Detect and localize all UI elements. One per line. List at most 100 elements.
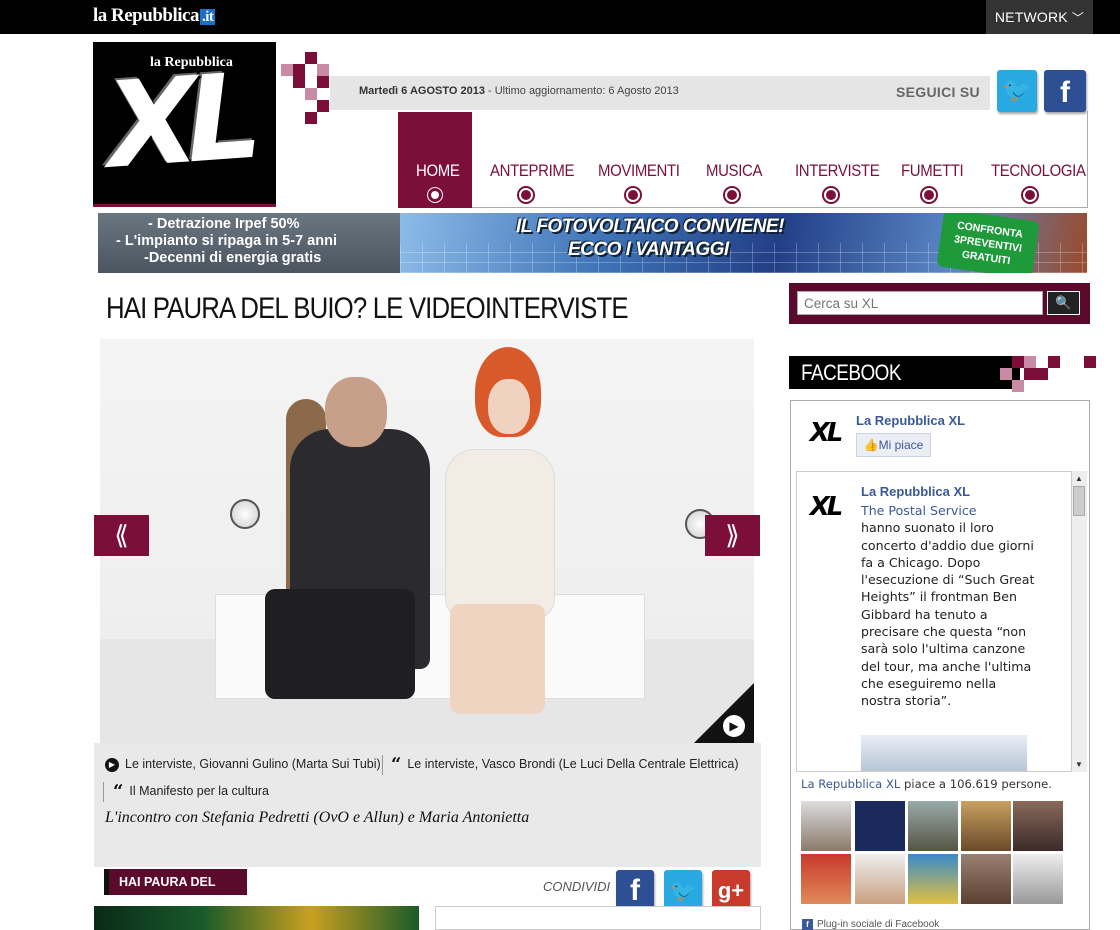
fan-avatar[interactable]	[961, 801, 1011, 851]
facebook-title-text: FACEBOOK	[801, 360, 901, 385]
person-left-head	[325, 377, 387, 447]
slider-next-button[interactable]: ⟫	[705, 515, 760, 556]
nav-dot-movimenti	[626, 188, 640, 202]
banner-line: - L'impianto si ripaga in 5-7 anni	[116, 233, 337, 249]
network-menu-button[interactable]: NETWORK ﹀	[986, 0, 1093, 34]
section-tag[interactable]: HAI PAURA DEL BUIO?	[104, 869, 247, 915]
banner-badge: CONFRONTA 3PREVENTIVI GRATUITI	[936, 213, 1040, 273]
scroll-thumb[interactable]	[1073, 486, 1085, 516]
fan-avatar[interactable]	[801, 854, 851, 904]
facebook-section-title: FACEBOOK	[789, 356, 1020, 389]
nav-movimenti[interactable]: MOVIMENTI	[598, 161, 680, 181]
caption-link-label: Le interviste, Vasco Brondi (Le Luci Del…	[407, 757, 739, 771]
post-body: hanno suonato il loro concerto d'addio d…	[861, 520, 1035, 709]
search-input[interactable]	[797, 291, 1043, 315]
person-left-legs	[265, 589, 415, 699]
quote-icon: “	[113, 780, 124, 802]
xl-logo[interactable]: XL la Repubblica	[93, 42, 276, 207]
post-author-link[interactable]: La Repubblica XL	[861, 484, 970, 499]
post-image[interactable]	[861, 735, 1027, 771]
caption-link-label: Le interviste, Giovanni Gulino (Marta Su…	[125, 757, 381, 771]
last-update: - Ultimo aggiornamento: 6 Agosto 2013	[484, 85, 679, 97]
slide-title[interactable]: L'incontro con Stefania Pedretti (OvO e …	[105, 809, 529, 827]
play-icon: ▶	[105, 757, 119, 772]
fan-avatar[interactable]	[1013, 801, 1063, 851]
article-thumbnail[interactable]	[94, 906, 419, 930]
chevron-down-icon: ﹀	[1071, 11, 1085, 25]
logo-text: la Repubblica	[93, 5, 199, 26]
fan-avatar[interactable]	[855, 801, 905, 851]
share-label: CONDIVIDI	[543, 879, 611, 894]
facebook-icon[interactable]: f	[1044, 70, 1086, 112]
likes-page-link[interactable]: La Repubblica XL	[801, 777, 900, 791]
main-nav: HOME ANTEPRIME MOVIMENTI MUSICA INTERVIS…	[398, 111, 1088, 208]
repubblica-logo[interactable]: la Repubblica .it	[93, 5, 216, 27]
fan-avatar[interactable]	[908, 801, 958, 851]
fan-avatar[interactable]	[855, 854, 905, 904]
person-right	[445, 449, 555, 619]
caption-link-1[interactable]: ▶ Le interviste, Giovanni Gulino (Marta S…	[105, 757, 381, 772]
slider-prev-button[interactable]: ⟪	[94, 515, 149, 556]
banner-line: -Decenni di energia gratis	[144, 250, 322, 266]
twitter-icon[interactable]: 🐦	[997, 70, 1037, 112]
nav-dot-musica	[725, 188, 739, 202]
google-plus-icon[interactable]: g+	[712, 870, 750, 910]
post-link[interactable]: The Postal Service	[861, 503, 977, 518]
post-avatar[interactable]: XL	[801, 483, 849, 531]
fan-avatar[interactable]	[908, 854, 958, 904]
nav-dot-anteprime	[519, 188, 533, 202]
date-text: Martedì 6 AGOSTO 2013 - Ultimo aggiornam…	[359, 85, 679, 97]
nav-home[interactable]: HOME	[416, 161, 460, 181]
nav-anteprime[interactable]: ANTEPRIME	[490, 161, 574, 181]
nav-interviste[interactable]: INTERVISTE	[795, 161, 880, 181]
search-icon[interactable]: 🔍	[1047, 291, 1080, 315]
network-label: NETWORK	[994, 9, 1068, 25]
twitter-icon[interactable]: 🐦	[664, 870, 702, 910]
nav-dot-tecnologia	[1023, 188, 1037, 202]
nav-dot-fumetti	[922, 188, 936, 202]
facebook-icon: f	[802, 919, 813, 930]
facebook-plugin-label[interactable]: f Plug-in sociale di Facebook	[802, 919, 939, 930]
person-right-legs	[450, 604, 545, 714]
scroll-down-icon[interactable]: ▼	[1071, 757, 1087, 772]
separator	[103, 782, 104, 802]
ad-banner[interactable]: - Detrazione Irpef 50% - L'impianto si r…	[98, 213, 1087, 273]
caption-link-label: Il Manifesto per la cultura	[129, 784, 270, 798]
like-button[interactable]: 👍Mi piace	[856, 433, 931, 457]
thumbs-up-icon: 👍	[863, 438, 879, 452]
banner-headline: IL FOTOVOLTAICO CONVIENE!	[516, 216, 784, 237]
top-bar: la Repubblica .it NETWORK ﹀	[0, 0, 1120, 34]
fan-avatar[interactable]	[801, 801, 851, 851]
date-bar: Martedì 6 AGOSTO 2013 - Ultimo aggiornam…	[330, 76, 990, 110]
featured-photo[interactable]	[100, 339, 754, 744]
like-label: Mi piace	[878, 438, 924, 452]
scroll-up-icon[interactable]: ▲	[1071, 471, 1087, 486]
xl-brand-text: la Repubblica	[150, 55, 233, 70]
feed-scrollbar[interactable]	[1071, 471, 1087, 772]
person-right-face	[488, 379, 530, 434]
page-name-link[interactable]: La Repubblica XL	[856, 413, 965, 428]
play-corner	[694, 683, 754, 743]
post-text: The Postal Service hanno suonato il loro …	[861, 502, 1036, 710]
facebook-icon[interactable]: f	[616, 870, 654, 910]
lamp	[230, 499, 260, 529]
banner-line: - Detrazione Irpef 50%	[148, 216, 300, 232]
likes-count: La Repubblica XL piace a 106.619 persone…	[801, 777, 1052, 791]
nav-tecnologia[interactable]: TECNOLOGIA	[991, 161, 1086, 181]
likes-text: piace a 106.619 persone.	[900, 777, 1052, 791]
separator	[382, 755, 383, 775]
follow-label: SEGUICI SU	[896, 84, 980, 100]
plugin-label-text: Plug-in sociale di Facebook	[817, 919, 940, 930]
caption-link-3[interactable]: “ Il Manifesto per la cultura	[113, 780, 270, 802]
fan-avatar[interactable]	[1013, 854, 1063, 904]
play-icon[interactable]: ▶	[723, 715, 745, 737]
caption-link-2[interactable]: “ Le interviste, Vasco Brondi (Le Luci De…	[391, 753, 739, 775]
fan-avatar[interactable]	[961, 854, 1011, 904]
quote-icon: “	[391, 753, 402, 775]
nav-musica[interactable]: MUSICA	[706, 161, 762, 181]
article-thumbnail[interactable]	[435, 906, 761, 930]
nav-fumetti[interactable]: FUMETTI	[901, 161, 964, 181]
page-avatar[interactable]: XL	[801, 409, 849, 457]
logo-suffix: .it	[199, 9, 216, 25]
nav-dot-home	[428, 188, 442, 202]
